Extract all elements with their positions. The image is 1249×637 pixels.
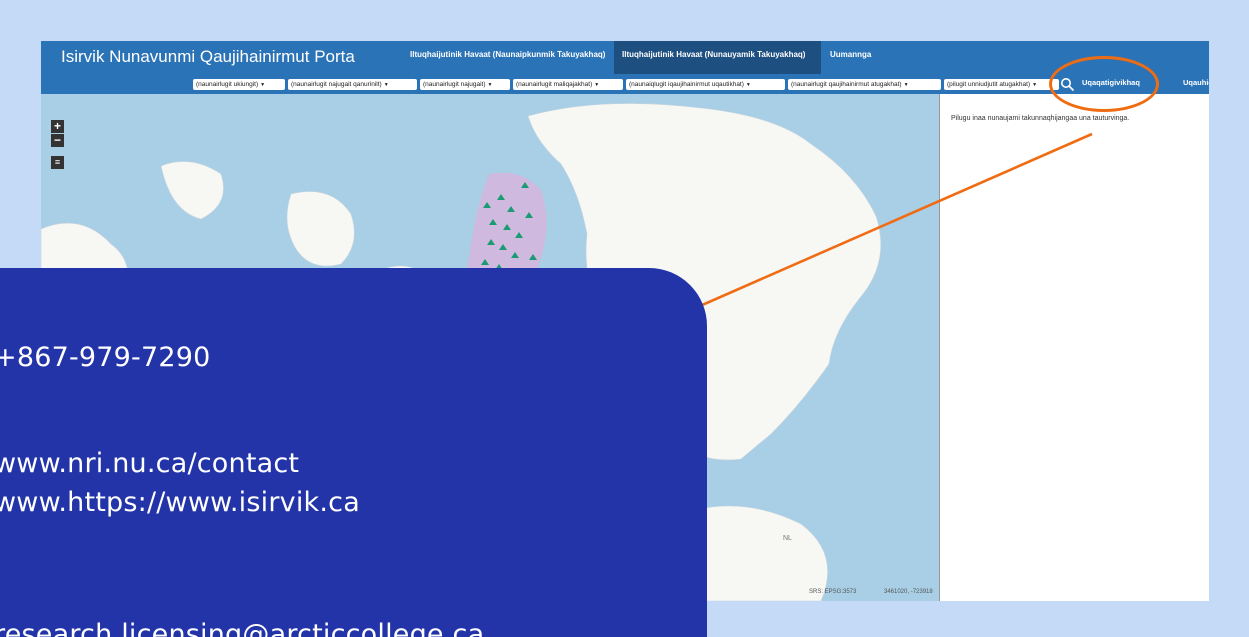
contact-web-nri[interactable]: www.nri.nu.ca/contact <box>0 448 299 479</box>
contact-card: +867-979-7290 www.nri.nu.ca/contact www.… <box>0 268 707 637</box>
contact-phone[interactable]: +867-979-7290 <box>0 342 211 373</box>
contact-web-isirvik[interactable]: www.https://www.isirvik.ca <box>0 487 360 518</box>
contact-email[interactable]: research.licensing@arcticcollege.ca <box>0 619 484 637</box>
